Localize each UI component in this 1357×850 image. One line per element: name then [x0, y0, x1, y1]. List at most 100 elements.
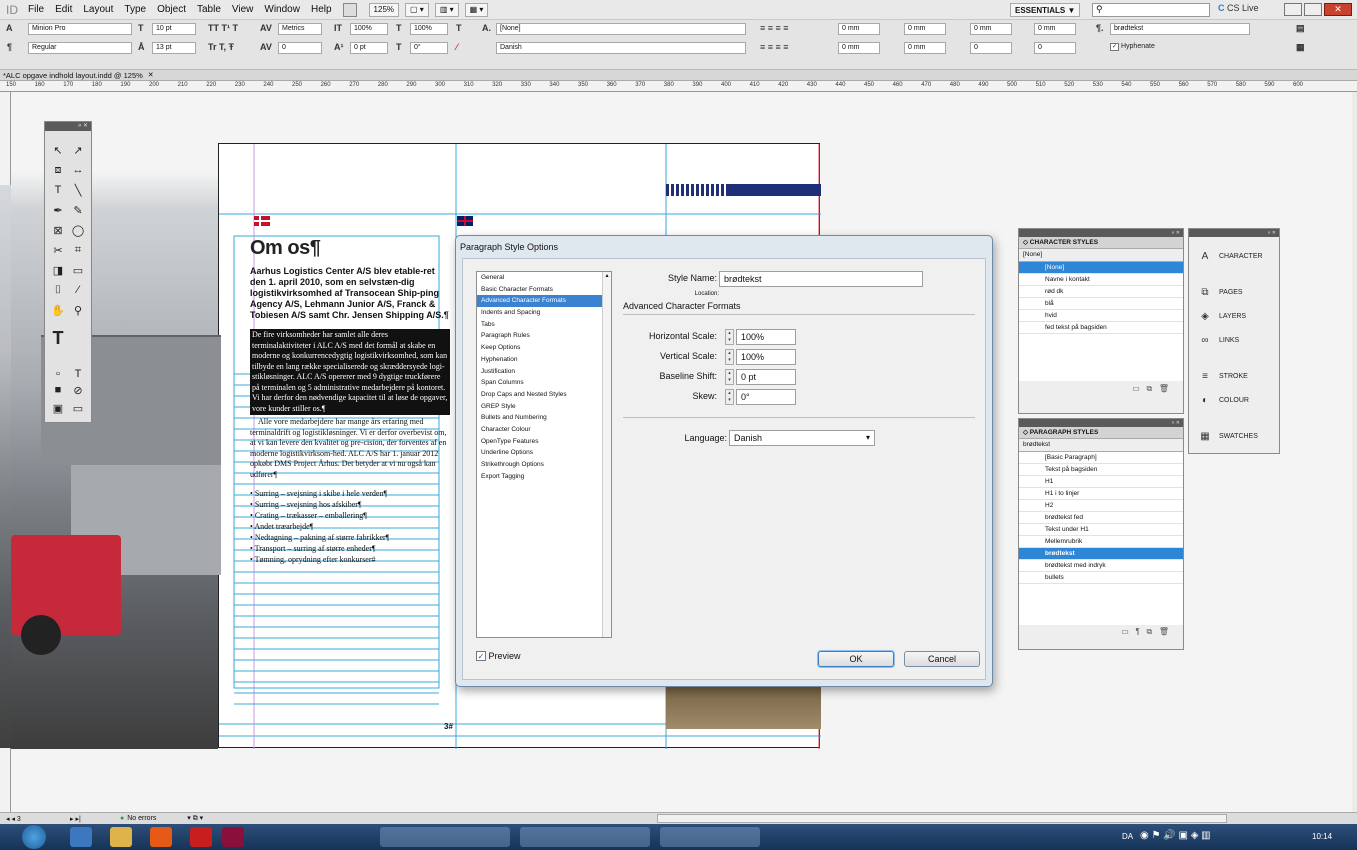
font-family-field[interactable]: Minion Pro [28, 23, 132, 35]
taskbar-window-2[interactable] [520, 827, 650, 847]
menu-table[interactable]: Table [197, 4, 221, 15]
dock-stroke[interactable]: ≡ STROKE [1189, 365, 1271, 389]
list-item[interactable]: Tekst på bagsiden [1019, 464, 1183, 476]
rectangle-frame-tool-icon[interactable]: ⊠ [48, 224, 68, 237]
cs-live-button[interactable]: C CS Live [1218, 3, 1259, 13]
first-line-indent-field[interactable]: 0 mm [838, 42, 880, 54]
fill-icon[interactable]: T [456, 23, 462, 33]
dock-colour[interactable]: ◐ COLOUR [1189, 389, 1271, 413]
list-item[interactable]: [None] [1019, 262, 1183, 274]
taskbar-window-3[interactable] [660, 827, 760, 847]
hyphenate-checkbox[interactable]: ✓ Hyphenate [1110, 43, 1155, 51]
list-item[interactable]: H1 i to linjer [1019, 488, 1183, 500]
bridge-icon[interactable] [342, 2, 357, 17]
vertical-scale-input[interactable]: 100% [736, 349, 796, 365]
category-strikethrough-options[interactable]: Strikethrough Options [477, 459, 611, 471]
truck-photo-background[interactable] [11, 135, 221, 749]
category-justification[interactable]: Justification [477, 366, 611, 378]
list-item[interactable]: hvid [1019, 310, 1183, 322]
tools-panel-header[interactable]: » ✕ [45, 122, 91, 131]
panel-footer-icons[interactable]: ▭ ⧉ 🗑 [1019, 381, 1183, 397]
taskbar-window-1[interactable] [380, 827, 510, 847]
last-line-indent-field[interactable]: 0 mm [904, 42, 946, 54]
menu-file[interactable]: File [28, 4, 44, 15]
media-player-icon[interactable] [150, 827, 172, 847]
list-item[interactable]: Tekst under H1 [1019, 524, 1183, 536]
category-opentype-features[interactable]: OpenType Features [477, 436, 611, 448]
panel-collapse-bar[interactable]: « ✕ [1019, 419, 1183, 427]
dock-links[interactable]: ∞ LINKS [1189, 329, 1271, 353]
ok-button[interactable]: OK [818, 651, 894, 667]
small-caps-icon[interactable]: Tr T, Ŧ [208, 42, 234, 52]
preview-mode-icon[interactable]: ▭ [68, 402, 88, 415]
language-indicator[interactable]: DA [1122, 832, 1133, 841]
category-advanced-character-formats[interactable]: Advanced Character Formats [477, 295, 611, 308]
category-export-tagging[interactable]: Export Tagging [477, 471, 611, 483]
language-select[interactable]: Danish ▾ [729, 430, 875, 446]
measure-tool-icon[interactable]: ⁄ [68, 284, 88, 296]
baseline-shift-field[interactable]: 0 pt [350, 42, 388, 54]
dock-collapse-bar[interactable]: » ✕ [1189, 229, 1279, 237]
horizontal-scale-stepper[interactable]: ▴ ▾ [725, 329, 734, 345]
category-indents-and-spacing[interactable]: Indents and Spacing [477, 307, 611, 319]
gap-tool-icon[interactable]: ↔ [68, 164, 88, 176]
page-nav-buttons[interactable]: ▸ ▸| [70, 815, 120, 823]
clock[interactable]: 10:14 [1312, 832, 1332, 841]
danish-flag-icon[interactable] [254, 216, 270, 226]
skew-input[interactable]: 0° [736, 389, 796, 405]
font-style-field[interactable]: Regular [28, 42, 132, 54]
dock-character[interactable]: A CHARACTER [1189, 245, 1271, 269]
list-item[interactable]: brødtekst [1019, 548, 1183, 560]
category-scrollbar[interactable]: ▴ [602, 272, 611, 637]
vertical-scale-field[interactable]: 100% [350, 23, 388, 35]
close-icon[interactable]: ✕ [1324, 3, 1352, 16]
tray-icons[interactable]: ◉ ⚑ 🔊 ▣ ◈ ▥ [1140, 830, 1211, 841]
category-hyphenation[interactable]: Hyphenation [477, 354, 611, 366]
stroke-icon[interactable]: ⁄ [456, 42, 458, 52]
preflight-menu-button[interactable]: ▾ ⧉ ▾ [187, 814, 227, 823]
search-input[interactable]: ⚲ [1092, 3, 1210, 17]
formatting-text-icon[interactable]: T [68, 368, 88, 380]
menu-help[interactable]: Help [311, 4, 332, 15]
drop-cap-chars-field[interactable]: 0 [1034, 42, 1076, 54]
text-frame[interactable]: Om os¶ Aarhus Logistics Center A/S blev … [250, 237, 450, 565]
arrange-documents-button[interactable]: ▦ ▾ [464, 2, 489, 17]
indesign-icon[interactable] [222, 827, 244, 847]
list-item[interactable]: blå [1019, 298, 1183, 310]
category-general[interactable]: General [477, 272, 611, 284]
character-mode-icon[interactable]: A [6, 23, 13, 33]
line-tool-icon[interactable]: ╲ [68, 184, 88, 197]
language-field[interactable]: Danish [496, 42, 746, 54]
horizontal-scale-input[interactable]: 100% [736, 329, 796, 345]
preview-checkbox[interactable]: ✓ Preview [476, 651, 521, 661]
apply-none-icon[interactable]: ⊘ [68, 384, 88, 397]
horizontal-scale-field[interactable]: 100% [410, 23, 448, 35]
horizontal-ruler[interactable]: 150 160 170 180 190 200 210 220 230 240 250 260 270 2… [0, 81, 1357, 92]
list-item[interactable]: Navne i kontakt [1019, 274, 1183, 286]
explorer-icon[interactable] [110, 827, 132, 847]
direct-selection-tool-icon[interactable]: ↗ [68, 144, 88, 157]
category-bullets-and-numbering[interactable]: Bullets and Numbering [477, 412, 611, 424]
category-grep-style[interactable]: GREP Style [477, 401, 611, 413]
panel-collapse-bar[interactable]: « ✕ [1019, 229, 1183, 237]
character-styles-tab[interactable]: ◇ CHARACTER STYLES [1019, 237, 1183, 249]
maximize-button[interactable] [1304, 3, 1322, 16]
zoom-tool-icon[interactable]: ⚲ [68, 304, 88, 317]
uk-flag-icon[interactable] [457, 216, 473, 226]
dock-layers[interactable]: ◈ LAYERS [1189, 305, 1271, 329]
baseline-shift-input[interactable]: 0 pt [736, 369, 796, 385]
horizontal-scrollbar[interactable] [657, 814, 1228, 823]
hand-tool-icon[interactable]: ✋ [48, 304, 68, 317]
skew-field[interactable]: 0° [410, 42, 448, 54]
right-indent-field[interactable]: 0 mm [904, 23, 946, 35]
category-drop-caps[interactable]: Drop Caps and Nested Styles [477, 389, 611, 401]
ie-icon[interactable] [70, 827, 92, 847]
category-paragraph-rules[interactable]: Paragraph Rules [477, 330, 611, 342]
category-span-columns[interactable]: Span Columns [477, 377, 611, 389]
panel-footer-icons[interactable]: ▭ ¶ ⧉ 🗑 [1019, 625, 1183, 639]
page-field[interactable]: ◂ ◂ 3 [0, 815, 70, 823]
cancel-button[interactable]: Cancel [904, 651, 980, 667]
pen-tool-icon[interactable]: ✒ [48, 204, 68, 217]
start-button[interactable] [22, 825, 46, 849]
apply-color-icon[interactable]: ■ [48, 384, 68, 396]
